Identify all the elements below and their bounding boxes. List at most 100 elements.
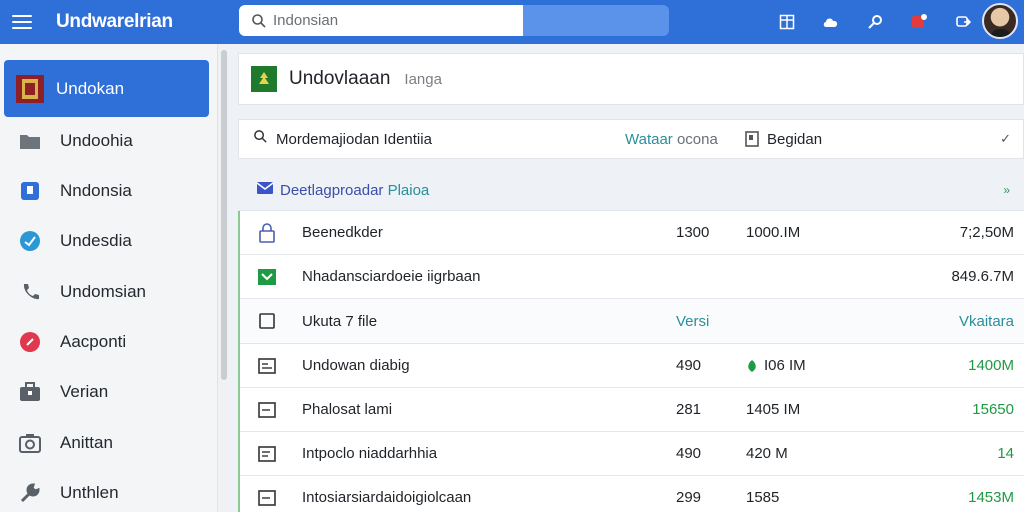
logo-icon	[251, 66, 277, 92]
row-size-value: 420 M	[746, 445, 788, 462]
sidebar-item-verian[interactable]: Verian	[0, 367, 218, 417]
filter-link-main: Wataar	[625, 130, 673, 148]
search-bar[interactable]	[239, 5, 669, 36]
table-section-header[interactable]: Ukuta 7 file Versi Vkaitara	[240, 299, 1024, 344]
row-name: Intpoclo niaddarhhia	[302, 445, 438, 462]
row-count: 299	[676, 489, 702, 506]
notification-icon[interactable]	[906, 9, 932, 35]
column-total: Vkaitara	[958, 312, 1014, 330]
group-label-tail: Plaioa	[387, 181, 430, 199]
page-title: Undovlaaan	[289, 68, 391, 89]
row-count: 281	[676, 401, 702, 418]
row-size-value: 1000.IM	[746, 224, 801, 241]
flag-icon	[4, 73, 56, 105]
folder-icon	[0, 132, 60, 150]
sidebar-item-unthlen[interactable]: Unthlen	[0, 468, 218, 512]
row-name: Ukuta 7 file	[302, 312, 378, 330]
row-total: 1453M	[968, 489, 1014, 506]
row-count: 490	[676, 445, 702, 462]
sidebar-item-label: Undomsian	[60, 282, 146, 301]
app-title: Undwarelrian	[56, 11, 173, 32]
sidebar-scrollbar[interactable]	[218, 44, 230, 512]
file-icon	[240, 357, 294, 374]
table-row[interactable]: Beenedkder 1300 1000.IM 7;2,50M	[240, 211, 1024, 255]
group-label: Deetlagproadar Plaioa	[280, 182, 429, 199]
group-label-main: Deetlagproadar	[280, 181, 384, 199]
layout-icon[interactable]	[774, 9, 800, 35]
sidebar-item-label: Aacponti	[60, 332, 127, 351]
checkbox-icon[interactable]	[240, 268, 294, 286]
chevron-right-icon[interactable]: »	[1003, 183, 1010, 197]
lock-icon	[240, 222, 294, 243]
mail-icon	[256, 181, 274, 200]
table-row[interactable]: Phalosat lami 281 1405 IM 15650	[240, 388, 1024, 432]
record-icon	[0, 331, 60, 353]
table-row[interactable]: Intosiarsiardaidoigiolcaan 299 1585 1453…	[240, 476, 1024, 512]
sidebar-item-undesdia[interactable]: Undesdia	[0, 216, 218, 266]
row-size: 1585	[746, 489, 779, 506]
row-name: Undowan diabig	[302, 357, 410, 374]
bookmark-icon	[745, 131, 759, 147]
table-row[interactable]: Undowan diabig 490 I06 IM 1400M	[240, 344, 1024, 388]
table-row[interactable]: Intpoclo niaddarhhia 490 420 M 14	[240, 432, 1024, 476]
sidebar-item-label: Verian	[60, 382, 109, 401]
search-input[interactable]	[273, 12, 503, 29]
main-content: Undovlaaan Ianga Mordemajiodan Identiia …	[230, 44, 1024, 512]
filter-select-label: Begidan	[767, 130, 823, 148]
filter-query[interactable]: Mordemajiodan Identiia	[276, 131, 432, 148]
menu-icon[interactable]	[0, 0, 44, 44]
sidebar-item-undomsian[interactable]: Undomsian	[0, 267, 218, 317]
row-name: Nhadansciardoeie iigrbaan	[302, 268, 481, 285]
filter-bar: Mordemajiodan Identiia Wataar ocona Begi…	[238, 119, 1024, 159]
top-bar: Undwarelrian	[0, 0, 1024, 44]
file-icon	[240, 401, 294, 418]
sidebar: Undokan Undoohia Nndonsia Undesdia Undom…	[0, 44, 218, 512]
row-size: I06 IM	[746, 357, 806, 374]
row-size-value: 1405 IM	[746, 401, 801, 418]
filter-link[interactable]: Wataar ocona	[625, 131, 718, 148]
avatar[interactable]	[982, 3, 1018, 39]
wrench-icon	[0, 482, 60, 504]
leaf-icon	[748, 359, 756, 372]
shield-icon	[0, 230, 60, 252]
row-name: Beenedkder	[302, 224, 383, 241]
search-icon	[245, 13, 273, 29]
scrollbar-thumb[interactable]	[221, 50, 227, 380]
briefcase-icon	[0, 382, 60, 402]
table-row[interactable]: Nhadansciardoeie iigrbaan 849.6.7M	[240, 255, 1024, 299]
key-icon[interactable]	[862, 9, 888, 35]
sidebar-item-aacponti[interactable]: Aacponti	[0, 317, 218, 367]
page-subtitle: Ianga	[404, 70, 442, 88]
sidebar-item-undoohia[interactable]: Undoohia	[0, 116, 218, 166]
row-name: Intosiarsiardaidoigiolcaan	[302, 489, 472, 506]
sidebar-item-nndonsia[interactable]: Nndonsia	[0, 166, 218, 216]
sidebar-item-label: Anittan	[60, 433, 113, 452]
sidebar-item-label: Unthlen	[60, 483, 119, 502]
camera-icon	[0, 433, 60, 453]
document-icon	[0, 181, 60, 201]
row-size-value: I06 IM	[764, 357, 806, 374]
sidebar-item-anittan[interactable]: Anittan	[0, 418, 218, 468]
page-header: Undovlaaan Ianga	[238, 53, 1024, 105]
file-icon	[240, 445, 294, 462]
row-total: 1400M	[968, 357, 1014, 374]
row-size: 1405 IM	[746, 401, 800, 418]
chevron-down-icon[interactable]: ✓	[1000, 131, 1011, 147]
share-icon[interactable]	[950, 9, 976, 35]
search-icon[interactable]	[253, 129, 268, 149]
group-header[interactable]: Deetlagproadar Plaioa »	[238, 170, 1024, 211]
column-version: Versi	[676, 312, 710, 330]
sidebar-item-label: Undesdia	[60, 231, 132, 250]
cloud-icon[interactable]	[818, 9, 844, 35]
row-size: 1000.IM	[746, 224, 800, 241]
sidebar-item-label: Undoohia	[60, 131, 133, 150]
row-total: 14	[997, 445, 1014, 462]
file-icon	[240, 489, 294, 506]
empty-checkbox-icon[interactable]	[240, 312, 294, 330]
row-total: 849.6.7M	[951, 268, 1014, 285]
sidebar-item-label: Nndonsia	[60, 181, 132, 200]
row-count: 1300	[676, 224, 710, 241]
sidebar-item-undokan[interactable]: Undokan	[4, 60, 209, 117]
filter-select[interactable]: Begidan	[745, 131, 822, 148]
row-name: Phalosat lami	[302, 401, 393, 418]
